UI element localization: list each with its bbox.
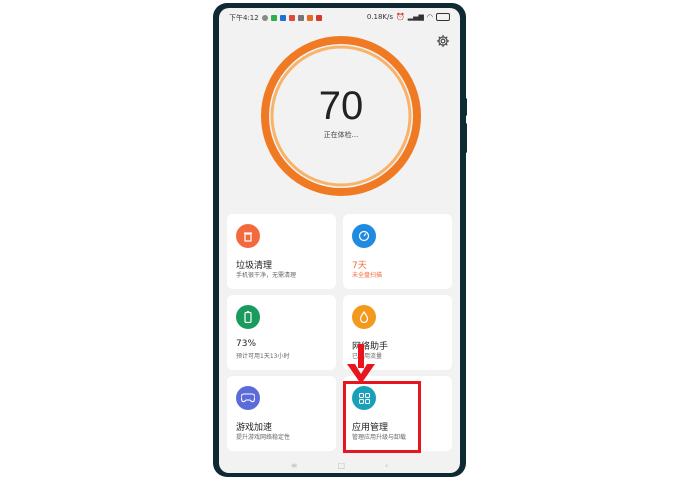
status-bar: 下午4:12 0.18K/s ⏰ ▂▄▆ ◠	[219, 8, 460, 26]
volume-button	[464, 98, 467, 116]
network-speed: 0.18K/s	[366, 13, 394, 21]
down-arrow-annotation-icon	[347, 344, 375, 384]
menu-nav-icon[interactable]: ≡	[291, 461, 298, 470]
card-subtitle: 预计可用1天13小时	[236, 353, 290, 360]
card-subtitle: 手机很干净，无需清理	[236, 272, 297, 279]
card-subtitle: 提升游戏网络稳定性	[236, 434, 291, 441]
app-notif-icon	[306, 15, 313, 21]
app-notif-icon	[279, 15, 286, 21]
status-time: 下午4:12	[229, 14, 259, 22]
back-nav-icon[interactable]: ‹	[385, 461, 388, 470]
battery-status-icon	[436, 13, 450, 21]
battery-icon	[236, 305, 260, 329]
card-battery[interactable]: 73% 预计可用1天13小时	[227, 295, 336, 370]
wechat-icon	[270, 15, 277, 21]
card-game-boost[interactable]: 游戏加速 提升游戏网络稳定性	[227, 376, 336, 451]
card-security-scan[interactable]: 7天 未全盘扫描	[343, 214, 452, 289]
health-score: 70	[318, 84, 364, 128]
app-notif-icon	[315, 15, 322, 21]
card-subtitle: 未全盘扫描	[352, 272, 383, 279]
score-ring: 70 正在体检...	[259, 34, 423, 198]
alarm-icon: ⏰	[396, 13, 405, 21]
navigation-bar: ≡ □ ‹	[219, 458, 460, 473]
app-notif-icon	[288, 15, 295, 21]
card-title: 73%	[236, 339, 257, 349]
power-button	[464, 123, 467, 153]
app-notif-icon	[297, 15, 304, 21]
screen: 下午4:12 0.18K/s ⏰ ▂▄▆ ◠ 70 正在体检... 垃圾清理 手…	[219, 8, 460, 473]
highlight-box-annotation	[343, 381, 421, 453]
shield-icon	[261, 15, 268, 21]
home-nav-icon[interactable]: □	[337, 461, 345, 470]
scan-status-label: 正在体检...	[323, 131, 359, 139]
gamepad-icon	[236, 386, 260, 410]
wifi-icon: ◠	[426, 13, 433, 21]
card-junk-clean[interactable]: 垃圾清理 手机很干净，无需清理	[227, 214, 336, 289]
signal-icon: ▂▄▆	[407, 13, 424, 21]
timer-icon	[352, 224, 376, 248]
water-drop-icon	[352, 305, 376, 329]
trash-icon	[236, 224, 260, 248]
phone-frame: 下午4:12 0.18K/s ⏰ ▂▄▆ ◠ 70 正在体检... 垃圾清理 手…	[213, 3, 467, 477]
settings-gear-icon[interactable]	[436, 34, 450, 48]
